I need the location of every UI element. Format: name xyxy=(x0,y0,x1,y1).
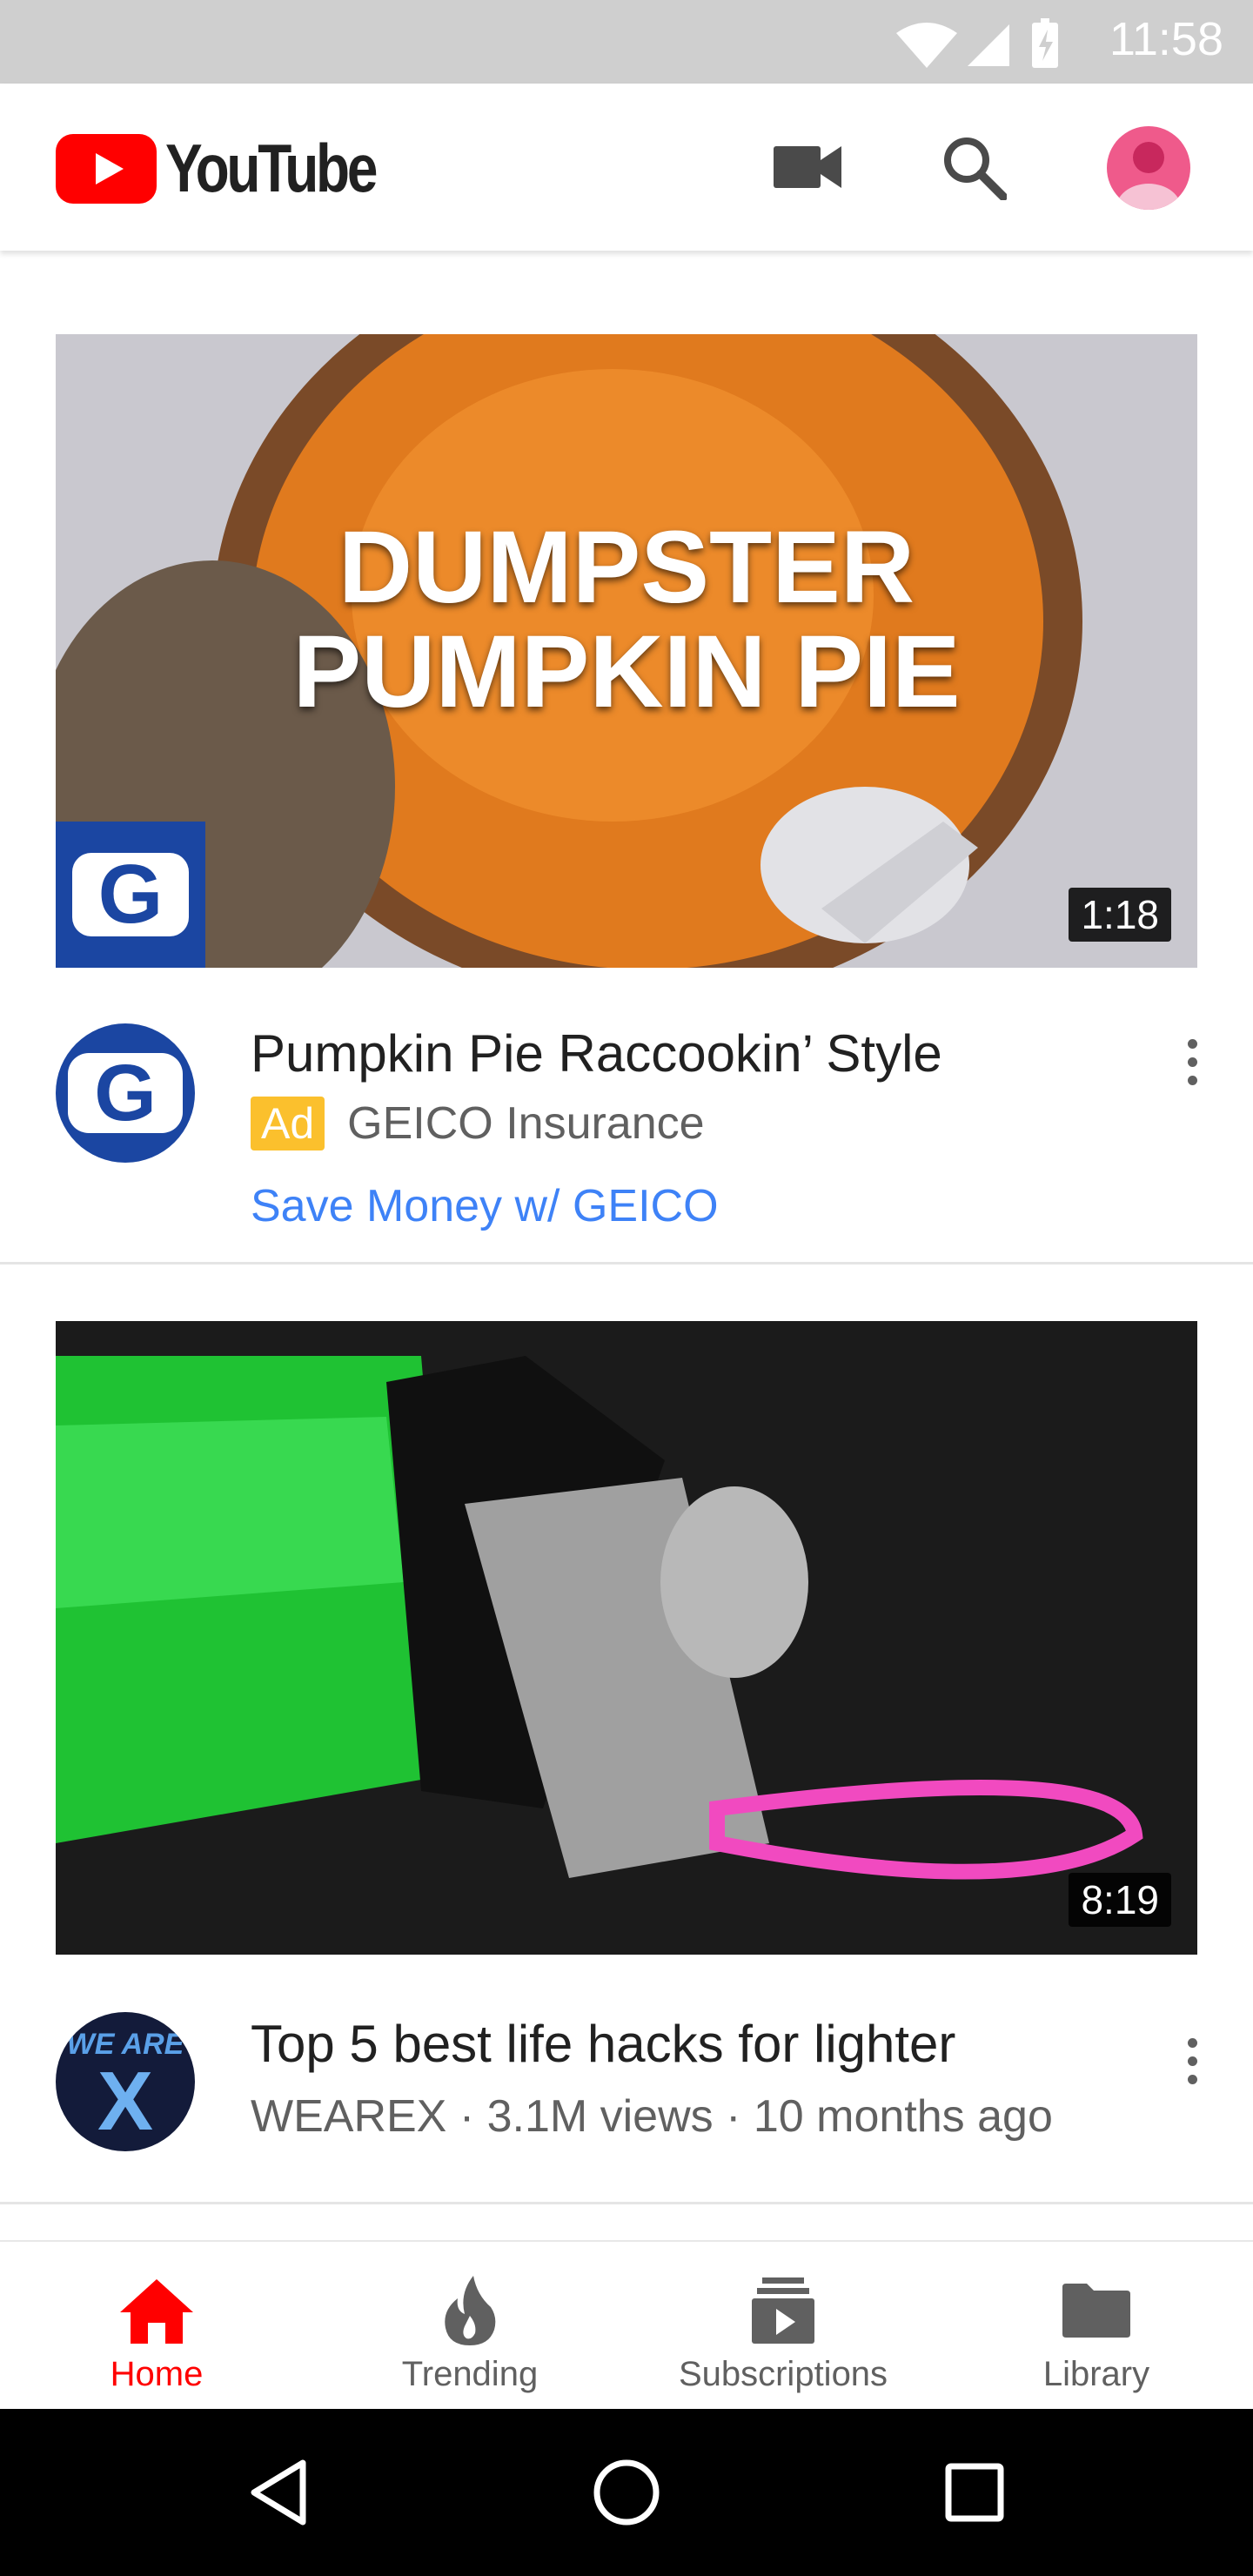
bottom-navigation: Home Trending Subscriptions Library xyxy=(0,2240,1253,2411)
geico-avatar-letter: G xyxy=(68,1049,183,1137)
nav-trending[interactable]: Trending xyxy=(313,2242,626,2411)
video-thumbnail[interactable]: 8:19 xyxy=(56,1321,1197,1955)
video-title[interactable]: Top 5 best life hacks for lighter xyxy=(251,2014,955,2074)
channel-avatar[interactable]: G xyxy=(56,1023,195,1163)
back-triangle-icon xyxy=(251,2459,306,2526)
system-back-button[interactable] xyxy=(191,2409,365,2576)
home-icon xyxy=(120,2271,193,2350)
nav-home[interactable]: Home xyxy=(0,2242,313,2411)
thumbnail-headline: DUMPSTER PUMPKIN PIE xyxy=(56,515,1197,724)
video-meta: WEAREX · 3.1M views · 10 months ago xyxy=(251,2091,1053,2142)
feed-divider xyxy=(0,2202,1253,2204)
feed-item-video: 8:19 WE ARE X Top 5 best life hacks for … xyxy=(0,1321,1253,2200)
video-duration: 8:19 xyxy=(1069,1873,1171,1927)
more-dot-icon xyxy=(1187,1075,1197,1085)
thumbnail-line-2: PUMPKIN PIE xyxy=(292,614,961,729)
more-dot-icon xyxy=(1187,2037,1197,2048)
search-icon xyxy=(944,138,1007,200)
ad-cta-link[interactable]: Save Money w/ GEICO xyxy=(251,1180,719,1232)
system-navigation-bar xyxy=(0,2409,1253,2576)
more-dot-icon xyxy=(1187,2074,1197,2084)
nav-home-label: Home xyxy=(110,2355,204,2393)
nav-subscriptions[interactable]: Subscriptions xyxy=(626,2242,940,2411)
youtube-logo[interactable] xyxy=(56,134,157,208)
more-options-button[interactable] xyxy=(1166,2009,1218,2113)
account-person-icon xyxy=(1116,142,1182,210)
geico-g-logo: G xyxy=(72,848,189,941)
feed-divider xyxy=(0,1262,1253,1265)
nav-library-label: Library xyxy=(1042,2355,1150,2393)
ad-badge: Ad xyxy=(251,1097,325,1150)
lighter-image xyxy=(56,1321,1197,1955)
channel-avatar[interactable]: WE ARE X xyxy=(56,2012,195,2151)
video-thumbnail[interactable]: DUMPSTER PUMPKIN PIE G 1:18 xyxy=(56,334,1197,968)
status-bar: 11:58 xyxy=(0,0,1253,84)
ad-meta-row: Ad GEICO Insurance xyxy=(251,1097,705,1150)
nav-subscriptions-label: Subscriptions xyxy=(678,2355,888,2393)
video-title[interactable]: Pumpkin Pie Raccookin’ Style xyxy=(251,1023,942,1083)
flame-icon xyxy=(442,2271,498,2350)
folder-icon xyxy=(1062,2271,1130,2350)
system-home-button[interactable] xyxy=(539,2409,714,2576)
status-time: 11:58 xyxy=(1109,13,1223,65)
upload-video-button[interactable] xyxy=(760,119,855,215)
wifi-signal-battery-icon xyxy=(896,18,1058,68)
more-options-button[interactable] xyxy=(1166,1010,1218,1114)
app-header: YouTube xyxy=(0,84,1253,251)
search-button[interactable] xyxy=(926,119,1022,215)
geico-thumbnail-badge: G xyxy=(56,822,205,968)
video-duration: 1:18 xyxy=(1069,888,1171,942)
feed-item-ad: DUMPSTER PUMPKIN PIE G 1:18 G Pumpkin Pi… xyxy=(0,313,1253,1264)
home-circle-icon xyxy=(593,2459,660,2526)
nav-library[interactable]: Library xyxy=(940,2242,1253,2411)
account-avatar[interactable] xyxy=(1107,126,1190,210)
more-dot-icon xyxy=(1187,1057,1197,1067)
video-camera-icon xyxy=(774,146,841,188)
thumbnail-line-1: DUMPSTER xyxy=(338,510,915,625)
status-icons xyxy=(888,17,1062,74)
more-dot-icon xyxy=(1187,2056,1197,2066)
recents-square-icon xyxy=(945,2463,1004,2522)
youtube-wordmark: YouTube xyxy=(165,130,378,206)
system-recents-button[interactable] xyxy=(888,2409,1062,2576)
youtube-play-logo-icon xyxy=(56,134,157,204)
wearex-avatar-letter: X xyxy=(97,2055,154,2148)
subscriptions-icon xyxy=(752,2271,814,2350)
more-dot-icon xyxy=(1187,1038,1197,1049)
advertiser-name: GEICO Insurance xyxy=(347,1098,705,1149)
nav-trending-label: Trending xyxy=(401,2355,539,2393)
